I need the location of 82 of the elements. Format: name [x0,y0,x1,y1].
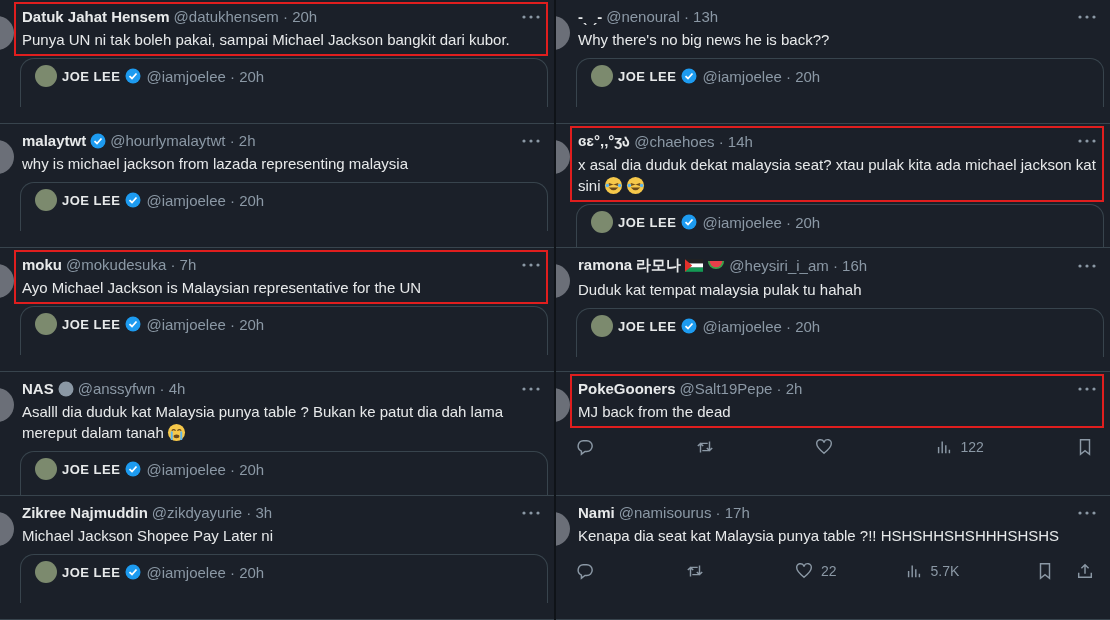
more-icon[interactable] [522,510,540,515]
tweet-text: x asal dia duduk dekat malaysia seat? xtau pulak kita ada michael jackson kat sini [578,155,1096,196]
user-name: JOE LEE [62,461,121,477]
handle-and-time: @iamjoelee · 20h [702,317,821,335]
reply-icon[interactable] [576,438,594,456]
quoted-tweet-card[interactable]: JOE LEE @iamjoelee · 20h [20,58,548,107]
handle-and-time: @iamjoelee · 20h [146,460,265,478]
more-icon[interactable] [1078,263,1096,268]
handle-and-time: @datukhensem · 20h [173,8,318,25]
more-icon[interactable] [522,14,540,19]
handle-and-time: @iamjoelee · 20h [702,213,821,231]
more-icon[interactable] [1078,386,1096,391]
handle-and-time: @namisourus · 17h [618,504,750,521]
flag-icon [685,259,704,272]
handle-and-time: @iamjoelee · 20h [146,563,265,581]
quoted-tweet-card[interactable]: JOE LEE @iamjoelee · 20h [20,306,548,355]
tweet-text: MJ back from the dead [578,402,732,422]
more-icon[interactable] [522,138,540,143]
quoted-tweet-card[interactable]: JOE LEE @iamjoelee · 20h [576,204,1104,247]
tweet-text: why is michael jackson from lazada representing malaysia [22,154,409,174]
tweet-text: Ayo Michael Jackson is Malaysian representative for the UN [22,278,423,298]
heart-icon[interactable] [815,438,833,456]
more-icon[interactable] [522,262,540,267]
handle-and-time: @Salt19Pepe · 2h [679,380,803,397]
user-name[interactable]: PokeGooners [578,380,676,397]
user-name[interactable]: ɞɛ°‚‚°ʒა [578,132,631,150]
handle-and-time: @iamjoelee · 20h [146,191,265,209]
watermelon-icon [707,259,726,272]
handle-and-time: @iamjoelee · 20h [146,67,265,85]
more-icon[interactable] [1078,14,1096,19]
handle-and-time: @mokudesuka · 7h [66,256,197,273]
handle-and-time: @chaehoes · 14h [634,132,753,150]
avatar [35,458,57,480]
more-icon[interactable] [1078,510,1096,515]
user-name[interactable]: ramona 라모나 [578,256,682,275]
user-name: JOE LEE [618,318,677,334]
quoted-tweet-card[interactable]: JOE LEE @iamjoelee · 20h [20,451,548,495]
user-name: JOE LEE [62,68,121,84]
quoted-tweet-card[interactable]: JOE LEE @iamjoelee · 20h [576,308,1104,357]
tweet-text: Why there's no big news he is back?? [578,30,831,50]
user-name: JOE LEE [618,214,677,230]
avatar [591,65,613,87]
quoted-tweet-card[interactable]: JOE LEE @iamjoelee · 20h [20,182,548,231]
avatar [591,211,613,233]
avatar [35,313,57,335]
more-icon[interactable] [522,386,540,391]
user-name: JOE LEE [62,564,121,580]
tweet-text: Duduk kat tempat malaysia pulak tu hahah [578,280,863,300]
user-name[interactable]: malaytwt [22,132,87,149]
avatar [591,315,613,337]
tweet-text: Michael Jackson Shopee Pay Later ni [22,526,274,546]
avatar [35,65,57,87]
count: 22 [821,563,837,579]
avatar [35,189,57,211]
reply-icon[interactable] [576,562,594,580]
user-name[interactable]: NAS [22,380,54,397]
handle-and-time: @iamjoelee · 20h [702,67,821,85]
user-name: JOE LEE [62,316,121,332]
handle-and-time: @anssyfwn · 4h [77,380,186,397]
handle-and-time: @iamjoelee · 20h [146,315,265,333]
user-name[interactable]: moku [22,256,62,273]
avatar [35,561,57,583]
count: 122 [960,439,984,455]
share-icon[interactable] [1076,562,1094,580]
user-name[interactable]: -ˎ ˏ- [578,8,603,25]
handle-and-time: @heysiri_i_am · 16h [729,257,868,274]
handle-and-time: @nenoural · 13h [606,8,719,25]
user-name: JOE LEE [618,68,677,84]
handle-and-time: @zikdyayurie · 3h [151,504,273,521]
heart-icon[interactable] [795,562,813,580]
user-name[interactable]: Nami [578,504,615,521]
handle-and-time: @hourlymalaytwt · 2h [110,132,256,149]
tweet-text: Asalll dia duduk kat Malaysia punya table ? Bukan ke patut dia dah lama mereput dalam tanah [22,402,505,443]
more-icon[interactable] [1078,139,1096,143]
user-name: JOE LEE [62,192,121,208]
tweet-text: Kenapa dia seat kat Malaysia punya table ?!! HSHSHHSHSHHHSHSHS [578,526,1061,546]
user-name[interactable]: Datuk Jahat Hensem [22,8,170,25]
quoted-tweet-card[interactable]: JOE LEE @iamjoelee · 20h [576,58,1104,107]
tweet-text: Punya UN ni tak boleh pakai, sampai Michael Jackson bangkit dari kubor. [22,30,511,50]
user-name[interactable]: Zikree Najmuddin [22,504,148,521]
count: 5.7K [930,563,960,579]
quoted-tweet-card[interactable]: JOE LEE @iamjoelee · 20h [20,554,548,603]
